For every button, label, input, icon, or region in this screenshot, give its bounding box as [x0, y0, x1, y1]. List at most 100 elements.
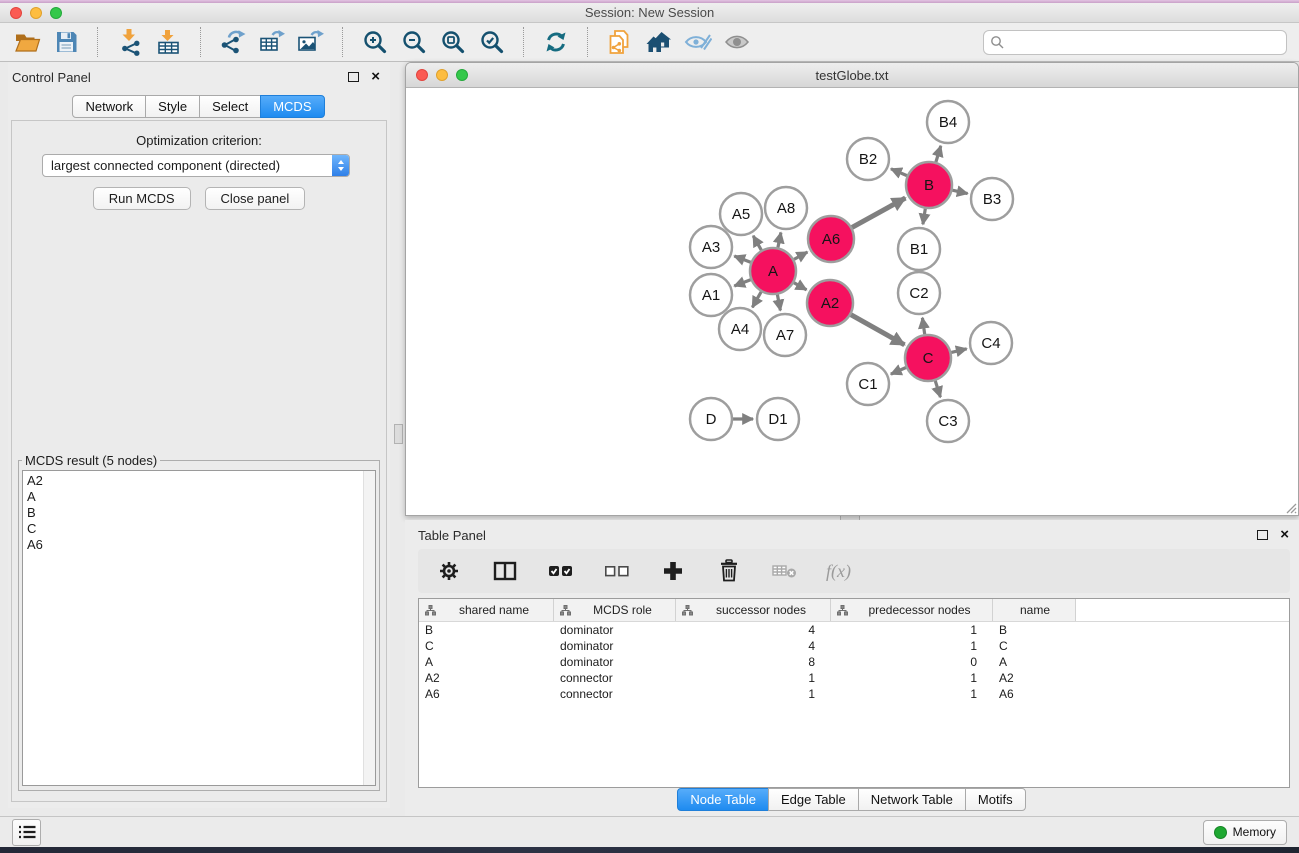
apply-layout-button[interactable] [541, 26, 571, 58]
graph-node-C4[interactable]: C4 [970, 322, 1012, 364]
import-network-button[interactable] [115, 26, 145, 58]
tab-edge-table[interactable]: Edge Table [768, 788, 859, 811]
table-cell[interactable]: C [993, 639, 1076, 653]
table-row[interactable]: A2connector11A2 [419, 670, 1289, 686]
memory-button[interactable]: Memory [1203, 820, 1287, 845]
tab-motifs[interactable]: Motifs [965, 788, 1026, 811]
float-panel-icon[interactable] [1257, 530, 1268, 540]
table-cell[interactable]: 4 [676, 623, 831, 637]
graph-node-D1[interactable]: D1 [757, 398, 799, 440]
graph-node-C[interactable]: C [905, 335, 951, 381]
graph-node-C3[interactable]: C3 [927, 400, 969, 442]
table-cell[interactable]: A [993, 655, 1076, 669]
float-panel-icon[interactable] [348, 72, 359, 82]
tab-network-table[interactable]: Network Table [858, 788, 966, 811]
zoom-in-button[interactable] [360, 26, 390, 58]
table-cell[interactable]: C [419, 639, 554, 653]
close-panel-icon[interactable]: × [371, 72, 380, 82]
table-row[interactable]: A6connector11A6 [419, 686, 1289, 702]
graph-node-B[interactable]: B [906, 162, 952, 208]
table-cell[interactable]: 1 [676, 687, 831, 701]
function-builder-button[interactable]: f(x) [826, 561, 851, 582]
deselect-all-columns-button[interactable] [602, 555, 632, 587]
close-panel-button[interactable]: Close panel [205, 187, 306, 210]
show-graphics-button[interactable] [722, 26, 752, 58]
close-panel-icon[interactable]: × [1280, 530, 1289, 540]
graph-node-B3[interactable]: B3 [971, 178, 1013, 220]
table-row[interactable]: Bdominator41B [419, 622, 1289, 638]
graph-node-A5[interactable]: A5 [720, 193, 762, 235]
graph-node-A8[interactable]: A8 [765, 187, 807, 229]
mcds-result-item[interactable]: B [27, 505, 375, 521]
column-header[interactable]: MCDS role [554, 599, 676, 621]
delete-table-button[interactable] [770, 555, 800, 587]
zoom-out-button[interactable] [399, 26, 429, 58]
task-history-button[interactable] [12, 819, 41, 846]
clone-network-button[interactable] [605, 26, 635, 58]
table-cell[interactable]: B [419, 623, 554, 637]
table-cell[interactable]: A2 [993, 671, 1076, 685]
graph-node-B4[interactable]: B4 [927, 101, 969, 143]
scrollbar-track[interactable] [363, 471, 375, 785]
graph-node-A4[interactable]: A4 [719, 308, 761, 350]
zoom-selected-button[interactable] [477, 26, 507, 58]
optimization-criterion-select[interactable]: largest connected component (directed) [42, 154, 350, 177]
save-session-button[interactable] [51, 26, 81, 58]
graph-node-C1[interactable]: C1 [847, 363, 889, 405]
graph-node-A1[interactable]: A1 [690, 274, 732, 316]
graph-node-D[interactable]: D [690, 398, 732, 440]
table-cell[interactable]: connector [554, 671, 676, 685]
column-header[interactable]: successor nodes [676, 599, 831, 621]
export-image-button[interactable] [296, 26, 326, 58]
graph-node-A2[interactable]: A2 [807, 280, 853, 326]
table-cell[interactable]: 8 [676, 655, 831, 669]
export-network-button[interactable] [218, 26, 248, 58]
table-cell[interactable]: 1 [676, 671, 831, 685]
tab-style[interactable]: Style [145, 95, 200, 118]
table-cell[interactable]: dominator [554, 623, 676, 637]
open-session-button[interactable] [12, 26, 42, 58]
delete-column-button[interactable] [714, 555, 744, 587]
resize-grip-icon[interactable] [1283, 500, 1297, 514]
search-input[interactable] [1004, 30, 1286, 55]
zoom-fit-button[interactable] [438, 26, 468, 58]
table-cell[interactable]: dominator [554, 655, 676, 669]
column-header[interactable]: shared name [419, 599, 554, 621]
table-cell[interactable]: A2 [419, 671, 554, 685]
mcds-result-item[interactable]: A [27, 489, 375, 505]
run-mcds-button[interactable]: Run MCDS [93, 187, 191, 210]
table-cell[interactable]: 4 [676, 639, 831, 653]
table-cell[interactable]: 1 [831, 639, 993, 653]
graph-node-A3[interactable]: A3 [690, 226, 732, 268]
mcds-result-item[interactable]: A2 [27, 473, 375, 489]
column-header[interactable]: name [993, 599, 1076, 621]
network-canvas[interactable]: B4B2BB3A5A8A6B1A3AA1C2A2A4A7C4CC1C3DD1 [406, 88, 1298, 515]
home-button[interactable] [644, 26, 674, 58]
mcds-result-item[interactable]: C [27, 521, 375, 537]
select-all-columns-button[interactable] [546, 555, 576, 587]
graph-node-B2[interactable]: B2 [847, 138, 889, 180]
export-table-button[interactable] [257, 26, 287, 58]
graph-node-A[interactable]: A [750, 248, 796, 294]
table-cell[interactable]: A6 [993, 687, 1076, 701]
graph-node-A6[interactable]: A6 [808, 216, 854, 262]
vertical-splitter-handle[interactable] [394, 424, 403, 444]
table-cell[interactable]: dominator [554, 639, 676, 653]
tab-mcds[interactable]: MCDS [260, 95, 324, 118]
table-cell[interactable]: B [993, 623, 1076, 637]
tab-network[interactable]: Network [72, 95, 146, 118]
create-column-button[interactable] [658, 555, 688, 587]
table-cell[interactable]: 1 [831, 671, 993, 685]
table-cell[interactable]: A [419, 655, 554, 669]
mcds-result-list[interactable]: A2ABCA6 [22, 470, 376, 786]
table-cell[interactable]: 1 [831, 687, 993, 701]
show-columns-button[interactable] [490, 555, 520, 587]
import-table-button[interactable] [154, 26, 184, 58]
graph-node-A7[interactable]: A7 [764, 314, 806, 356]
table-cell[interactable]: 1 [831, 623, 993, 637]
graph-node-C2[interactable]: C2 [898, 272, 940, 314]
table-cell[interactable]: 0 [831, 655, 993, 669]
hide-graphics-button[interactable] [683, 26, 713, 58]
mcds-result-item[interactable]: A6 [27, 537, 375, 553]
table-cell[interactable]: connector [554, 687, 676, 701]
